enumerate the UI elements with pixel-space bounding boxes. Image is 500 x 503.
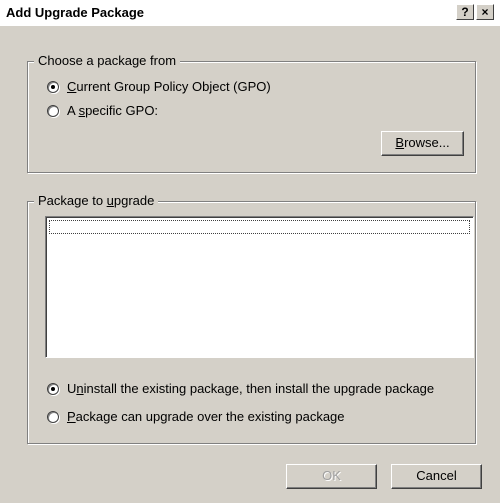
radio-button[interactable] <box>47 382 59 395</box>
radio-upgrade-over-existing[interactable]: Package can upgrade over the existing pa… <box>47 409 345 424</box>
help-button[interactable]: ? <box>456 4 474 20</box>
help-icon: ? <box>461 5 469 19</box>
browse-button[interactable]: Browse... <box>381 131 464 156</box>
title-bar: Add Upgrade Package ? × <box>0 0 500 26</box>
radio-button[interactable] <box>47 104 59 117</box>
radio-specific-gpo[interactable]: A specific GPO: <box>47 103 158 118</box>
radio-button[interactable] <box>47 80 59 93</box>
radio-label: A specific GPO: <box>67 103 159 118</box>
cancel-button[interactable]: Cancel <box>391 464 482 489</box>
package-listbox[interactable] <box>45 216 474 358</box>
radio-current-gpo[interactable]: Current Group Policy Object (GPO) <box>47 79 271 94</box>
ok-button[interactable]: OK <box>286 464 377 489</box>
list-item-focus[interactable] <box>49 220 470 234</box>
close-icon: × <box>481 5 489 19</box>
window-title: Add Upgrade Package <box>6 5 144 20</box>
radio-button[interactable] <box>47 410 59 423</box>
radio-label: Uninstall the existing package, then ins… <box>67 381 435 396</box>
radio-label: Current Group Policy Object (GPO) <box>67 79 271 94</box>
close-button[interactable]: × <box>476 4 494 20</box>
add-upgrade-package-dialog: Add Upgrade Package ? × Choose a package… <box>0 0 500 503</box>
choose-package-legend: Choose a package from <box>34 53 181 68</box>
radio-label: Package can upgrade over the existing pa… <box>67 409 345 424</box>
radio-uninstall-then-install[interactable]: Uninstall the existing package, then ins… <box>47 381 434 396</box>
package-to-upgrade-legend: Package to upgrade <box>34 193 159 208</box>
